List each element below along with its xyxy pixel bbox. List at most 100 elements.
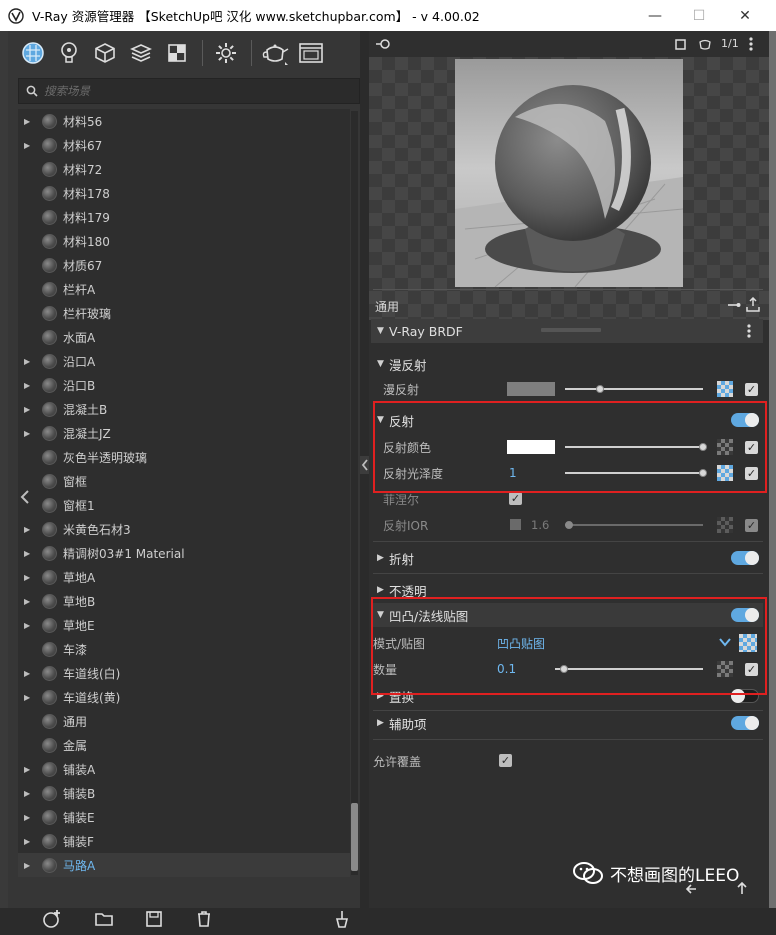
material-list-item[interactable]: ▶ 材料56: [18, 109, 350, 133]
material-list-item[interactable]: ▶ 沿口B: [18, 373, 350, 397]
collapse-middle-button[interactable]: [360, 456, 369, 474]
material-list[interactable]: ▶ 材料56 ▶ 材料67 材料72 材料178 材料179 材料180 材质67 栏杆A 栏杆玻璃…: [18, 109, 350, 877]
material-list-item[interactable]: 栏杆玻璃: [18, 301, 350, 325]
auxiliary-section-header[interactable]: ▶ 辅助项: [371, 711, 763, 735]
material-list-item[interactable]: ▶ 铺装A: [18, 757, 350, 781]
reflection-highlight-box: [373, 401, 767, 493]
preview-stop-icon[interactable]: [675, 39, 686, 50]
lights-tab[interactable]: [54, 39, 84, 67]
expand-arrow-icon[interactable]: ▶: [24, 597, 32, 606]
material-list-item[interactable]: 栏杆A: [18, 277, 350, 301]
expand-arrow-icon[interactable]: ▶: [24, 765, 32, 774]
expand-arrow-icon[interactable]: ▶: [24, 789, 32, 798]
material-list-item[interactable]: ▶ 铺装E: [18, 805, 350, 829]
close-button[interactable]: ✕: [722, 0, 768, 31]
allow-override-checkbox[interactable]: ✓: [499, 754, 512, 767]
material-list-item[interactable]: ▶ 铺装F: [18, 829, 350, 853]
ior-texture-map-icon[interactable]: [717, 517, 733, 533]
diffuse-texture-map-icon[interactable]: [717, 381, 733, 397]
expand-arrow-icon[interactable]: ▶: [24, 429, 32, 438]
save-icon[interactable]: [144, 909, 164, 929]
fresnel-checkbox[interactable]: ✓: [509, 492, 522, 505]
material-list-item[interactable]: 水面A: [18, 325, 350, 349]
material-list-item[interactable]: 窗框1: [18, 493, 350, 517]
preview-teapot-icon[interactable]: [697, 37, 713, 51]
maximize-button[interactable]: ☐: [676, 0, 722, 31]
material-list-item[interactable]: ▶ 材料67: [18, 133, 350, 157]
preview-options-icon[interactable]: [375, 38, 391, 50]
material-list-item[interactable]: ▶ 混凝土B: [18, 397, 350, 421]
purge-unused-icon[interactable]: [332, 909, 352, 929]
brdf-menu-icon[interactable]: [747, 324, 751, 338]
scrollbar-thumb[interactable]: [351, 803, 358, 871]
brdf-drag-handle[interactable]: [541, 328, 601, 332]
materials-tab[interactable]: [18, 39, 48, 67]
material-list-item[interactable]: 车漆: [18, 637, 350, 661]
material-list-item[interactable]: ▶ 精调树03#1 Material: [18, 541, 350, 565]
render-elements-tab[interactable]: [162, 39, 192, 67]
settings-tab[interactable]: [211, 39, 241, 67]
geometry-tab[interactable]: [90, 39, 120, 67]
diffuse-section-header[interactable]: ▼ 漫反射: [371, 352, 763, 376]
expand-arrow-icon[interactable]: ▶: [24, 573, 32, 582]
brdf-layer-header[interactable]: ▼ V-Ray BRDF: [371, 319, 763, 343]
material-list-item[interactable]: 金属: [18, 733, 350, 757]
diffuse-color-swatch[interactable]: [507, 382, 555, 396]
material-list-item[interactable]: 材料180: [18, 229, 350, 253]
material-list-item[interactable]: ▶ 米黄色石材3: [18, 517, 350, 541]
auxiliary-toggle[interactable]: [731, 716, 759, 730]
expand-arrow-icon[interactable]: ▶: [24, 549, 32, 558]
diffuse-slider-knob[interactable]: [595, 385, 604, 393]
material-list-item[interactable]: ▶ 草地B: [18, 589, 350, 613]
reflection-ior-checkbox[interactable]: ✓: [745, 519, 758, 532]
diffuse-slider-track[interactable]: [565, 388, 703, 390]
diffuse-checkbox[interactable]: ✓: [745, 383, 758, 396]
minimize-button[interactable]: —: [632, 0, 678, 31]
material-list-item[interactable]: ▶ 马路A: [18, 853, 350, 877]
expand-arrow-icon[interactable]: ▶: [24, 525, 32, 534]
open-folder-icon[interactable]: [94, 909, 114, 929]
render-button[interactable]: [260, 39, 290, 67]
material-list-item[interactable]: 材料72: [18, 157, 350, 181]
expand-arrow-icon[interactable]: ▶: [24, 117, 32, 126]
layers-tab[interactable]: [126, 39, 156, 67]
search-input[interactable]: 搜索场景: [18, 78, 360, 104]
material-list-item[interactable]: ▶ 车道线(黄): [18, 685, 350, 709]
material-list-item[interactable]: 通用: [18, 709, 350, 733]
refraction-section-header[interactable]: ▶ 折射: [371, 546, 763, 570]
collapse-left-icon[interactable]: [20, 489, 30, 505]
link-icon[interactable]: [727, 300, 741, 310]
expand-arrow-icon[interactable]: ▶: [24, 621, 32, 630]
expand-arrow-icon[interactable]: ▶: [24, 837, 32, 846]
add-material-icon[interactable]: [42, 909, 62, 929]
frame-buffer-button[interactable]: [296, 39, 326, 67]
reflection-ior-slider-track[interactable]: [565, 524, 703, 526]
material-list-item[interactable]: ▶ 车道线(白): [18, 661, 350, 685]
expand-arrow-icon[interactable]: ▶: [24, 669, 32, 678]
expand-arrow-icon[interactable]: ▶: [24, 381, 32, 390]
reflection-ior-slider-knob[interactable]: [565, 521, 574, 529]
expand-arrow-icon[interactable]: ▶: [24, 693, 32, 702]
material-list-item[interactable]: 材料178: [18, 181, 350, 205]
material-list-item[interactable]: ▶ 混凝土JZ: [18, 421, 350, 445]
material-list-item[interactable]: 窗框: [18, 469, 350, 493]
delete-icon[interactable]: [194, 909, 214, 929]
expand-arrow-icon[interactable]: ▶: [24, 405, 32, 414]
expand-arrow-icon[interactable]: ▶: [24, 141, 32, 150]
refraction-toggle[interactable]: [731, 551, 759, 565]
material-list-item[interactable]: ▶ 铺装B: [18, 781, 350, 805]
expand-arrow-icon[interactable]: ▶: [24, 357, 32, 366]
material-list-item[interactable]: ▶ 草地A: [18, 565, 350, 589]
reflection-ior-value[interactable]: 1.6: [531, 518, 549, 532]
material-list-item[interactable]: ▶ 沿口A: [18, 349, 350, 373]
material-list-item[interactable]: 灰色半透明玻璃: [18, 445, 350, 469]
more-menu-icon[interactable]: [749, 37, 753, 51]
material-list-item[interactable]: ▶ 草地E: [18, 613, 350, 637]
expand-arrow-icon[interactable]: ▶: [24, 813, 32, 822]
upload-material-icon[interactable]: [745, 297, 761, 313]
expand-arrow-icon[interactable]: ▶: [24, 861, 32, 870]
ior-lock-box[interactable]: [510, 519, 521, 530]
material-list-item[interactable]: 材料179: [18, 205, 350, 229]
list-scrollbar[interactable]: [351, 111, 358, 875]
material-list-item[interactable]: 材质67: [18, 253, 350, 277]
